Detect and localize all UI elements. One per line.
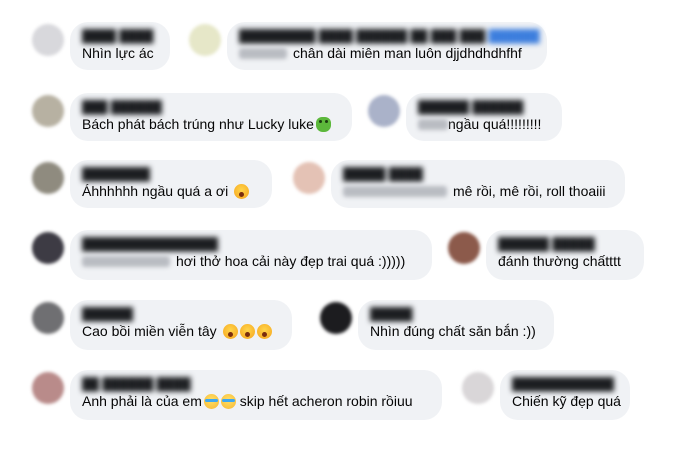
comment-item: █████████ ████ ██████ ██ ███ ███ ██████ … bbox=[189, 22, 547, 70]
commenter-name[interactable]: █████ bbox=[370, 307, 542, 322]
comment-bubble: █████ ████ mê rồi, mê rồi, roll thoaiii bbox=[331, 160, 625, 208]
commenter-name[interactable]: ██████ bbox=[82, 307, 280, 322]
commenter-name[interactable]: ████ ████ bbox=[82, 29, 158, 44]
frog-emoji bbox=[315, 117, 331, 132]
comment-bubble: ██████ Cao bồi miền viễn tây bbox=[70, 300, 292, 350]
comment-bubble: ████████████ Chiến kỹ đẹp quá bbox=[500, 370, 630, 420]
avatar[interactable] bbox=[448, 232, 480, 264]
avatar[interactable] bbox=[32, 162, 64, 194]
comment-text: Bách phát bách trúng như Lucky luke bbox=[82, 116, 314, 132]
comment-text: Cao bồi miền viễn tây bbox=[82, 323, 217, 339]
commenter-name[interactable]: ██ ██████ ████ bbox=[82, 377, 430, 392]
comment-bubble: ████ ████ Nhìn lực ác bbox=[70, 22, 170, 70]
wow-emoji bbox=[256, 324, 272, 339]
commenter-name[interactable]: █████████ ████ ██████ ██ ███ ███ ██████ bbox=[239, 29, 540, 44]
avatar[interactable] bbox=[462, 372, 494, 404]
comment-item: ████████ Áhhhhhh ngầu quá a ơi bbox=[32, 160, 272, 208]
wow-emoji bbox=[222, 324, 238, 339]
comment-item: ████████████ Chiến kỹ đẹp quá bbox=[462, 370, 630, 420]
avatar[interactable] bbox=[32, 302, 64, 334]
comment-item: ██████ Cao bồi miền viễn tây bbox=[32, 300, 292, 350]
comment-bubble: █████ Nhìn đúng chất săn bắn :)) bbox=[358, 300, 554, 350]
comment-text: chân dài miên man luôn djjdhdhdhfhf bbox=[293, 45, 522, 61]
comment-bubble: ██ ██████ ████ Anh phải là của em skip h… bbox=[70, 370, 442, 420]
avatar[interactable] bbox=[189, 24, 221, 56]
avatar[interactable] bbox=[32, 232, 64, 264]
tagged-name[interactable] bbox=[239, 47, 287, 59]
comment-item: ██ ██████ ████ Anh phải là của em skip h… bbox=[32, 370, 442, 420]
comment-item: ██████ ██████ ngầu quá!!!!!!!!! bbox=[368, 93, 562, 141]
avatar[interactable] bbox=[320, 302, 352, 334]
comment-text: Áhhhhhh ngầu quá a ơi bbox=[82, 183, 229, 199]
avatar[interactable] bbox=[32, 24, 64, 56]
tagged-name[interactable] bbox=[343, 185, 447, 197]
comment-text: ngầu quá!!!!!!!!! bbox=[448, 116, 542, 132]
comment-item: ██████ █████ đánh thường chấtttt bbox=[448, 230, 644, 280]
comment-text: Anh phải là của em bbox=[82, 393, 202, 409]
comment-text: mê rồi, mê rồi, roll thoaiii bbox=[453, 183, 606, 199]
avatar[interactable] bbox=[32, 95, 64, 127]
commenter-name[interactable]: ██████ ██████ bbox=[418, 100, 550, 115]
wow-emoji bbox=[234, 184, 250, 199]
commenter-name[interactable]: ████████████████ bbox=[82, 237, 420, 252]
comment-text: Nhìn lực ác bbox=[82, 45, 154, 61]
commenter-name[interactable]: █████ ████ bbox=[343, 167, 613, 182]
comment-item: █████ Nhìn đúng chất săn bắn :)) bbox=[320, 300, 554, 350]
commenter-name[interactable]: ██████ █████ bbox=[498, 237, 632, 252]
comment-item: ████████████████ hơi thở hoa cải này đẹp… bbox=[32, 230, 432, 280]
commenter-name[interactable]: ████████ bbox=[82, 167, 260, 182]
comment-bubble: ████████ Áhhhhhh ngầu quá a ơi bbox=[70, 160, 272, 208]
tagged-name[interactable] bbox=[82, 255, 170, 267]
comment-item: ████ ████ Nhìn lực ác bbox=[32, 22, 170, 70]
comment-text-continued: skip hết acheron robin rồiuu bbox=[235, 393, 413, 409]
comment-bubble: ███ ██████ Bách phát bách trúng như Luck… bbox=[70, 93, 352, 141]
cry-emoji bbox=[203, 394, 219, 409]
comment-text: đánh thường chấtttt bbox=[498, 253, 621, 269]
comment-text: Nhìn đúng chất săn bắn :)) bbox=[370, 323, 536, 339]
avatar[interactable] bbox=[32, 372, 64, 404]
commenter-name[interactable]: ███ ██████ bbox=[82, 100, 340, 115]
comment-bubble: █████████ ████ ██████ ██ ███ ███ ██████ … bbox=[227, 22, 547, 70]
comment-bubble: ██████ █████ đánh thường chấtttt bbox=[486, 230, 644, 280]
wow-emoji bbox=[239, 324, 255, 339]
comment-item: █████ ████ mê rồi, mê rồi, roll thoaiii bbox=[293, 160, 625, 208]
avatar[interactable] bbox=[368, 95, 400, 127]
comment-bubble: ████████████████ hơi thở hoa cải này đẹp… bbox=[70, 230, 432, 280]
cry-emoji bbox=[220, 394, 236, 409]
comment-bubble: ██████ ██████ ngầu quá!!!!!!!!! bbox=[406, 93, 562, 141]
tagged-name[interactable] bbox=[418, 118, 448, 130]
comment-item: ███ ██████ Bách phát bách trúng như Luck… bbox=[32, 93, 352, 141]
comment-text: hơi thở hoa cải này đẹp trai quá :))))) bbox=[176, 253, 406, 269]
comment-text: Chiến kỹ đẹp quá bbox=[512, 393, 621, 409]
commenter-name[interactable]: ████████████ bbox=[512, 377, 618, 392]
avatar[interactable] bbox=[293, 162, 325, 194]
